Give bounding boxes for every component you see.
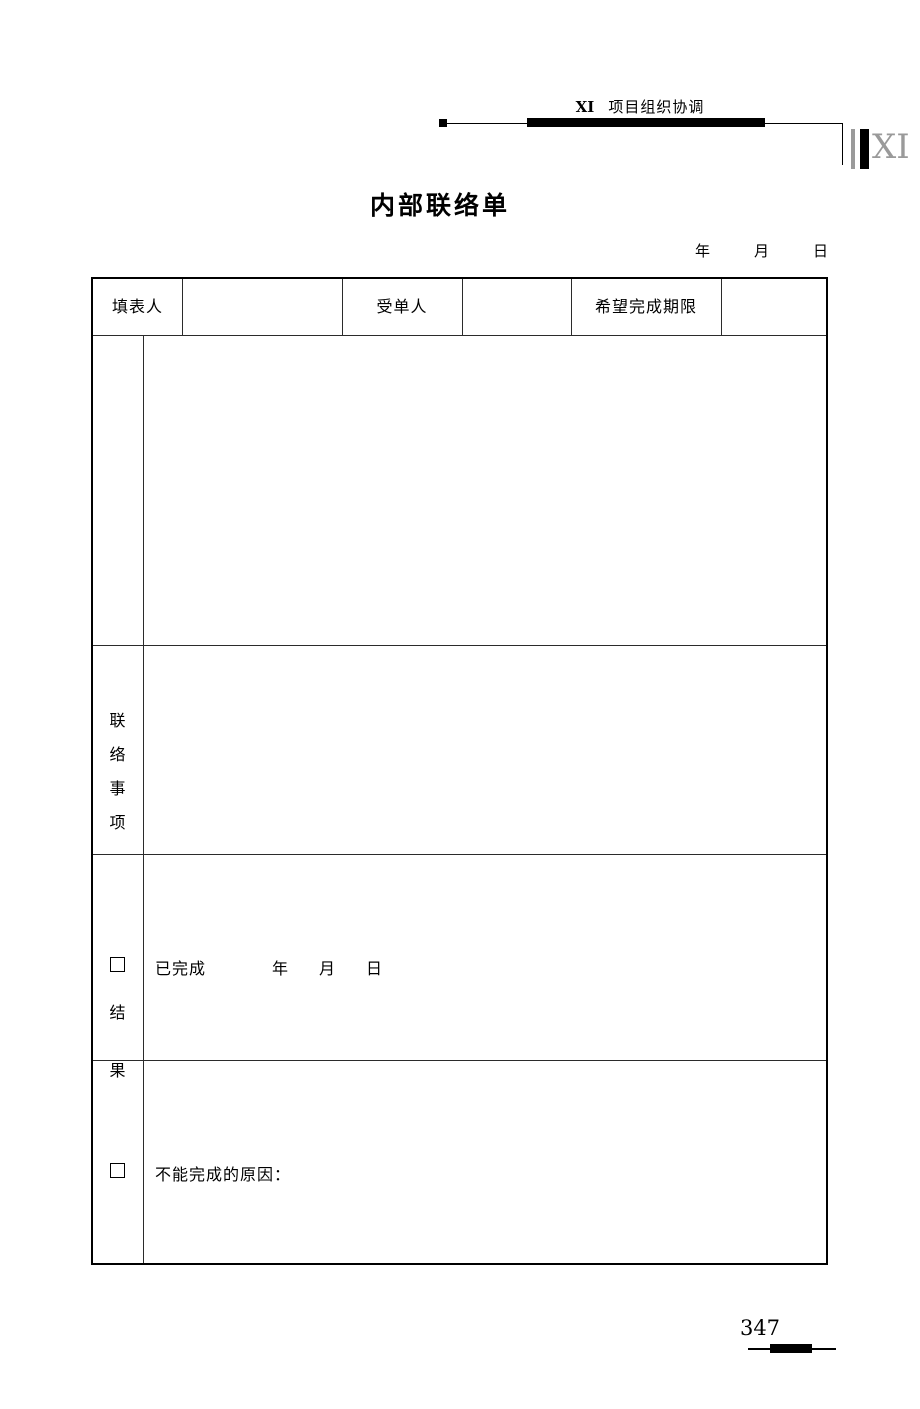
field-value-recipient[interactable] — [462, 279, 571, 335]
date-day-label: 日 — [812, 242, 828, 260]
checkbox-completed[interactable] — [110, 957, 125, 972]
field-label-preparer: 填表人 — [111, 297, 163, 316]
status-year-label: 年 — [272, 959, 290, 978]
running-header-chapter-title: 项目组织协调 — [608, 98, 705, 116]
header-rule-thick — [527, 118, 765, 127]
grid-vline-h2 — [342, 279, 343, 335]
grid-vline-h4 — [571, 279, 572, 335]
header-rule-corner — [842, 123, 843, 165]
field-value-preparer[interactable] — [182, 279, 342, 335]
internal-contact-form-table: 填表人 受单人 希望完成期限 联 络 事 项 结 果 已完成年月日 不能完成的原… — [91, 277, 828, 1265]
field-label-due-date: 希望完成期限 — [594, 297, 697, 316]
label-char: 事 — [109, 779, 127, 798]
section-content-liaison-matters[interactable] — [144, 336, 828, 644]
field-label-recipient: 受单人 — [376, 297, 428, 316]
checkbox-cannot-complete[interactable] — [110, 1163, 125, 1178]
field-value-due-date[interactable] — [721, 279, 826, 335]
page-title: 内部联络单 — [0, 186, 920, 222]
chapter-tab-numeral: XI — [872, 127, 910, 167]
status-day-label: 日 — [366, 959, 384, 978]
status-month-label: 月 — [319, 959, 337, 978]
section-label-liaison-matters: 联 络 事 项 — [93, 704, 143, 840]
grid-vline-h3 — [462, 279, 463, 335]
footer-rule-thick — [770, 1344, 812, 1353]
label-char: 络 — [109, 745, 127, 764]
grid-vline-h1 — [182, 279, 183, 335]
date-month-label: 月 — [753, 242, 769, 260]
date-year-label: 年 — [694, 242, 710, 260]
label-char: 果 — [109, 1061, 127, 1080]
status-label-completed: 已完成 年 月 日 — [155, 955, 383, 979]
section-content-result[interactable] — [144, 646, 828, 853]
running-header-chapter-numeral: XI — [575, 98, 595, 116]
running-header-title: XI 项目组织协调 — [470, 96, 810, 117]
label-char: 结 — [109, 1003, 127, 1022]
label-char: 联 — [109, 711, 127, 730]
grid-hline-after-done — [93, 1060, 826, 1061]
date-line: 年月日 — [560, 240, 828, 261]
page-title-text: 内部联络单 — [369, 191, 510, 220]
label-char: 项 — [109, 813, 127, 832]
grid-vline-h5 — [721, 279, 722, 335]
grid-hline-after-result — [93, 854, 826, 855]
page-number: 347 — [739, 1316, 781, 1340]
status-text-completed: 已完成 — [155, 959, 207, 978]
section-label-result: 结 果 — [93, 984, 143, 1100]
chapter-tab-black-bar — [860, 129, 869, 169]
chapter-tab-gray-bar — [851, 129, 855, 169]
status-reason-input[interactable] — [144, 1179, 828, 1261]
